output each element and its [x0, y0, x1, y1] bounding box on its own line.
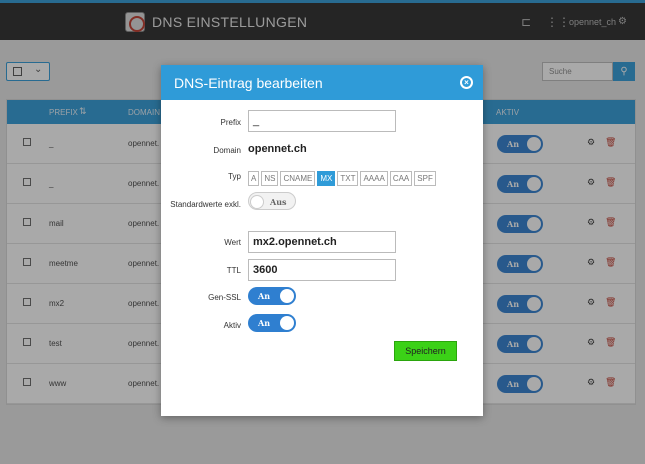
wert-label: Wert — [224, 238, 241, 247]
toggle-knob — [280, 316, 294, 330]
standardwerte-toggle[interactable]: Aus — [248, 192, 296, 210]
modal-title: DNS-Eintrag bearbeiten — [174, 75, 323, 91]
type-option-a[interactable]: A — [248, 171, 260, 186]
type-option-caa[interactable]: CAA — [389, 171, 413, 186]
modal-header: DNS-Eintrag bearbeiten × — [161, 65, 483, 100]
type-option-aaaa[interactable]: AAAA — [360, 171, 388, 186]
close-icon[interactable]: × — [460, 76, 473, 89]
typ-label: Typ — [228, 172, 241, 181]
wert-input[interactable]: mx2.opennet.ch — [248, 231, 396, 253]
type-option-ns[interactable]: NS — [261, 171, 279, 186]
ttl-input[interactable]: 3600 — [248, 259, 396, 281]
type-option-txt[interactable]: TXT — [337, 171, 359, 186]
aktiv-label: Aktiv — [223, 321, 241, 330]
toggle-knob — [250, 195, 264, 209]
toggle-knob — [280, 289, 294, 303]
type-option-mx[interactable]: MX — [317, 171, 336, 186]
toggle-label: An — [258, 318, 271, 328]
gen-ssl-label: Gen-SSL — [208, 293, 241, 302]
type-option-spf[interactable]: SPF — [414, 171, 436, 186]
domain-value: opennet.ch — [248, 143, 307, 155]
type-selector: A NS CNAME MX TXT AAAA CAA SPF — [248, 171, 436, 187]
toggle-label: Aus — [270, 197, 287, 207]
prefix-input[interactable]: _ — [248, 110, 396, 132]
toggle-label: An — [258, 291, 271, 301]
standardwerte-label: Standardwerte exkl. — [170, 200, 241, 209]
type-option-cname[interactable]: CNAME — [280, 171, 316, 186]
prefix-label: Prefix — [220, 118, 241, 127]
gen-ssl-toggle[interactable]: An — [248, 287, 296, 305]
edit-dns-modal: DNS-Eintrag bearbeiten × Prefix _ Domain… — [161, 65, 483, 416]
save-button[interactable]: Speichern — [394, 341, 457, 361]
aktiv-toggle[interactable]: An — [248, 314, 296, 332]
domain-label: Domain — [213, 146, 241, 155]
ttl-label: TTL — [226, 266, 241, 275]
